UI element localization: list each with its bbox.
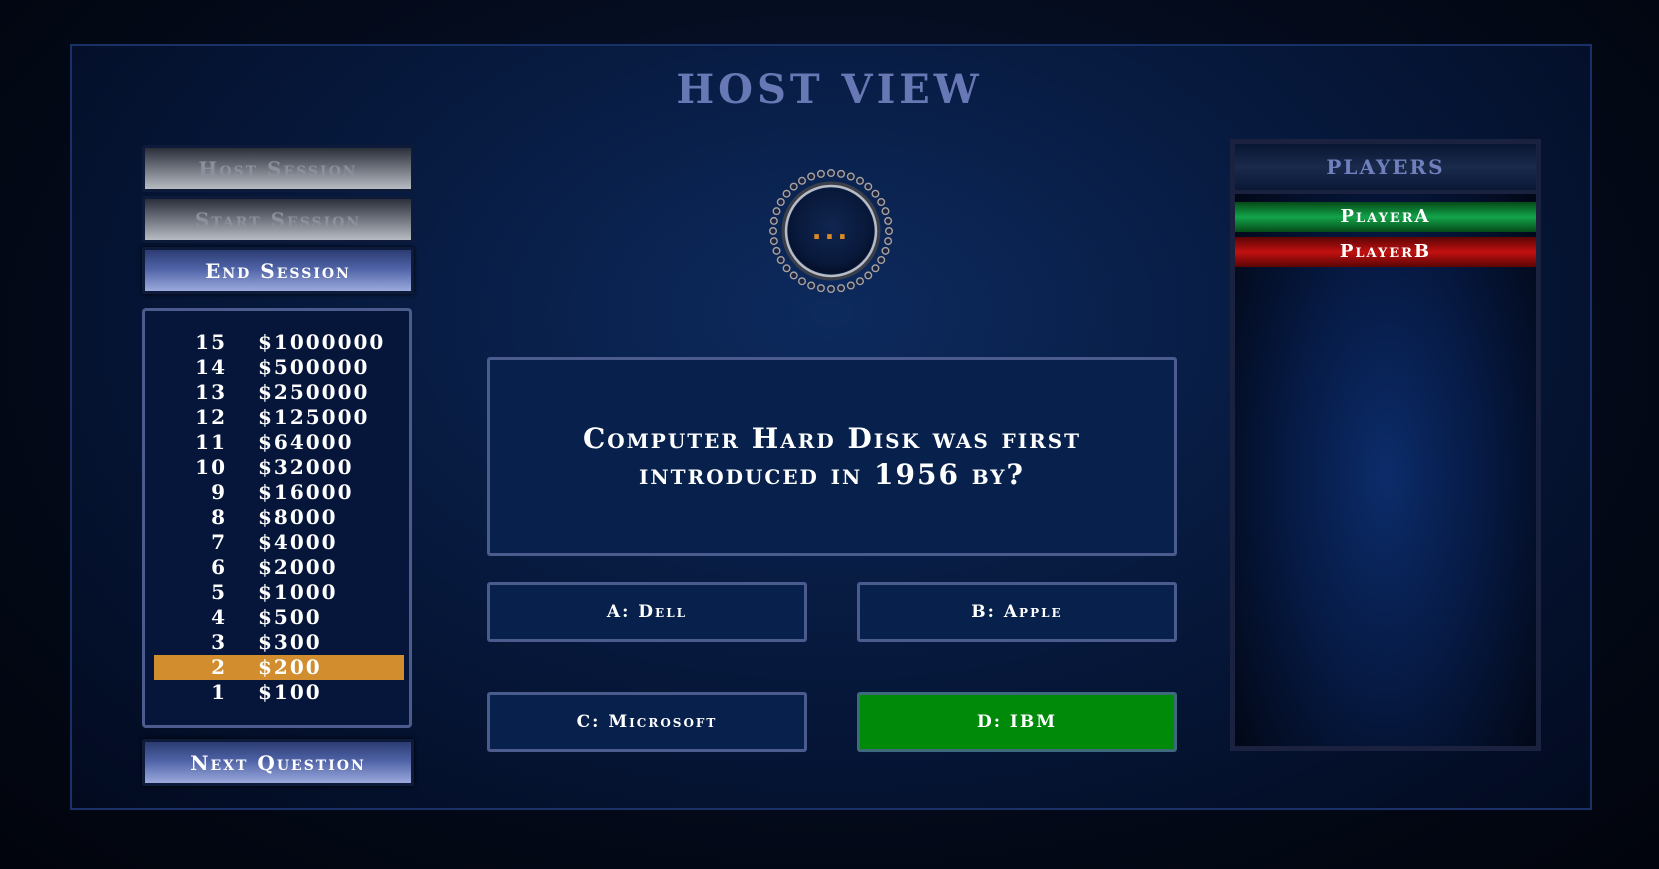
ladder-level: 7	[211, 530, 227, 554]
ladder-row: 1 $100	[154, 680, 404, 705]
timer-bead	[789, 182, 798, 191]
ladder-level: 1	[211, 680, 227, 704]
ladder-level: 11	[195, 430, 227, 454]
timer-bead	[846, 281, 855, 290]
ladder-row: 8 $8000	[154, 505, 404, 530]
ladder-level: 10	[195, 455, 227, 479]
question-text: Computer Hard Disk was first introduced …	[582, 421, 1082, 491]
page-title: HOST VIEW	[676, 66, 983, 113]
ladder-row: 13 $250000	[154, 380, 404, 405]
ladder-row: 11 $64000	[154, 430, 404, 455]
ladder-amount: $32000	[258, 455, 354, 479]
ladder-row: 6 $2000	[154, 555, 404, 580]
timer-bead	[769, 227, 777, 236]
start-session-button[interactable]: Start Session	[142, 196, 414, 243]
timer-bead	[798, 176, 807, 185]
timer-bead	[772, 246, 781, 255]
ladder-amount: $125000	[258, 405, 370, 429]
question-box: Computer Hard Disk was first introduced …	[487, 357, 1177, 556]
timer-bead	[837, 169, 846, 178]
timer-bead	[776, 198, 785, 207]
ladder-amount: $500	[258, 605, 322, 629]
host-session-button[interactable]: Host Session	[142, 145, 414, 192]
timer-bead	[772, 207, 781, 216]
timer-bead	[877, 255, 886, 264]
ladder-level: 13	[195, 380, 227, 404]
ladder-amount: $200	[258, 655, 322, 679]
timer-bead	[807, 281, 816, 290]
answer-b-button[interactable]: B: Apple	[857, 582, 1177, 642]
ladder-amount: $500000	[258, 355, 370, 379]
ladder-amount: $64000	[258, 430, 354, 454]
timer-bead	[782, 264, 791, 273]
timer-bead	[846, 172, 855, 181]
timer-bead	[855, 277, 864, 286]
ladder-level: 8	[211, 505, 227, 529]
timer-bead	[769, 237, 778, 246]
timer-text: ...	[812, 216, 851, 246]
timer-bead	[827, 284, 836, 293]
ladder-amount: $1000	[258, 580, 338, 604]
timer-bead	[807, 172, 816, 181]
timer-bead	[871, 189, 880, 198]
ladder-amount: $250000	[258, 380, 370, 404]
money-ladder: 15 $1000000 14 $500000 13 $250000 12 $125000…	[142, 308, 412, 728]
ladder-level: 4	[211, 605, 227, 629]
ladder-amount: $300	[258, 630, 322, 654]
ladder-amount: $1000000	[258, 330, 386, 354]
timer-bead	[855, 176, 864, 185]
timer-bead	[871, 264, 880, 273]
ladder-row: 3 $300	[154, 630, 404, 655]
timer-bead	[837, 284, 846, 293]
ladder-level: 14	[195, 355, 227, 379]
timer-bead	[782, 189, 791, 198]
timer-bead	[877, 198, 886, 207]
answer-d-button[interactable]: D: IBM	[857, 692, 1177, 752]
timer-dial: ...	[769, 169, 893, 293]
ladder-amount: $2000	[258, 555, 338, 579]
timer-bead	[776, 255, 785, 264]
players-panel: PLAYERS PlayerA PlayerB	[1230, 139, 1541, 751]
end-session-button[interactable]: End Session	[142, 247, 414, 294]
timer-bead	[864, 182, 873, 191]
timer-bead	[769, 216, 778, 225]
ladder-amount: $16000	[258, 480, 354, 504]
ladder-level: 2	[211, 655, 227, 679]
ladder-level: 12	[195, 405, 227, 429]
timer-bead	[884, 227, 893, 236]
ladder-amount: $8000	[258, 505, 338, 529]
ladder-row: 9 $16000	[154, 480, 404, 505]
ladder-row-current: 2 $200	[154, 655, 404, 680]
timer-bead	[789, 271, 798, 280]
player-item[interactable]: PlayerA	[1235, 202, 1536, 232]
ladder-level: 3	[211, 630, 227, 654]
timer-bead	[816, 284, 825, 293]
players-header: PLAYERS	[1235, 144, 1536, 194]
next-question-button[interactable]: Next Question	[142, 739, 414, 786]
ladder-row: 15 $1000000	[154, 330, 404, 355]
ladder-level: 9	[211, 480, 227, 504]
ladder-row: 10 $32000	[154, 455, 404, 480]
timer-bead	[881, 246, 890, 255]
ladder-row: 4 $500	[154, 605, 404, 630]
answer-c-button[interactable]: C: Microsoft	[487, 692, 807, 752]
timer-bead	[864, 271, 873, 280]
timer-bead	[884, 237, 893, 246]
ladder-row: 12 $125000	[154, 405, 404, 430]
timer-bead	[884, 216, 893, 225]
ladder-level: 6	[211, 555, 227, 579]
timer-bead	[816, 169, 825, 178]
timer-bead	[798, 277, 807, 286]
timer-bead	[827, 169, 836, 177]
ladder-row: 7 $4000	[154, 530, 404, 555]
ladder-row: 5 $1000	[154, 580, 404, 605]
answer-a-button[interactable]: A: Dell	[487, 582, 807, 642]
ladder-row: 14 $500000	[154, 355, 404, 380]
player-item[interactable]: PlayerB	[1235, 237, 1536, 267]
ladder-amount: $100	[258, 680, 322, 704]
ladder-level: 5	[211, 580, 227, 604]
ladder-level: 15	[195, 330, 227, 354]
ladder-amount: $4000	[258, 530, 338, 554]
timer-bead	[881, 207, 890, 216]
